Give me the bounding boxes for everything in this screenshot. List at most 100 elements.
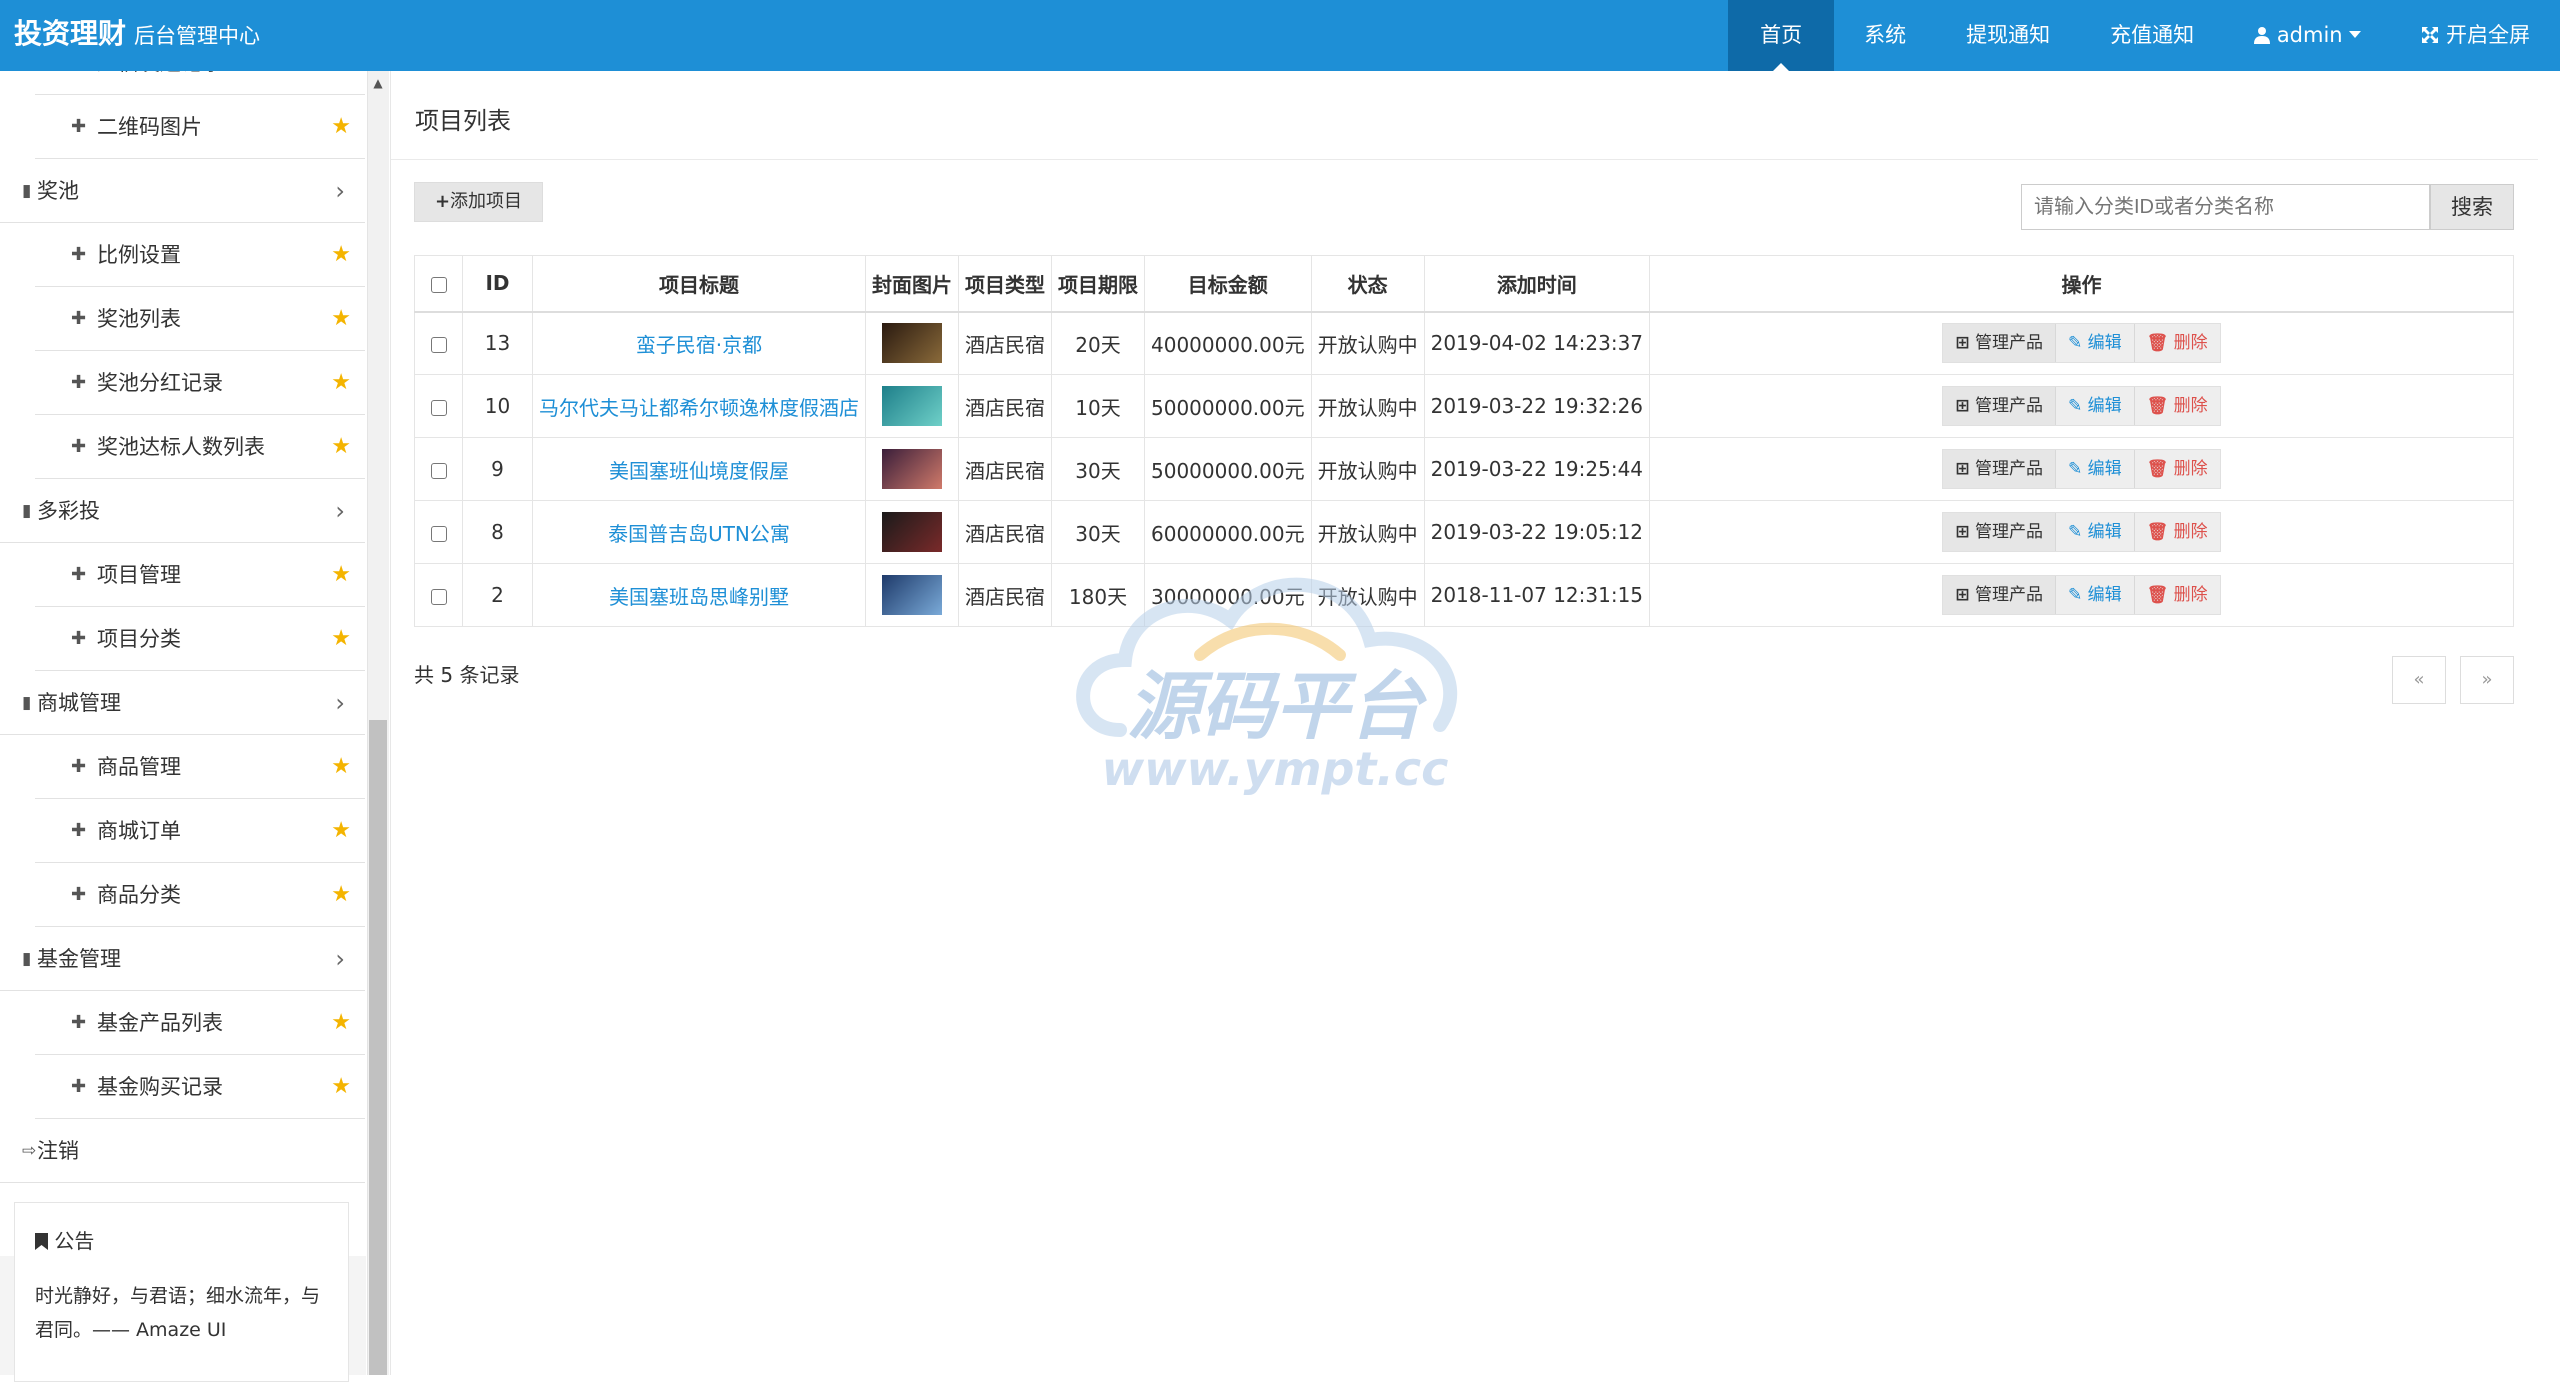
sidebar-item-sms-records[interactable]: ✚ 短信发送记录 ★ <box>35 71 365 95</box>
manage-product-button[interactable]: ⊞ 管理产品 <box>1943 513 2057 551</box>
row-checkbox[interactable] <box>430 336 447 353</box>
brand[interactable]: 投资理财 后台管理中心 <box>14 16 260 54</box>
add-project-button[interactable]: +添加项目 <box>414 182 543 222</box>
cell-title-link[interactable]: 美国塞班岛思峰别墅 <box>532 563 866 627</box>
star-icon: ★ <box>331 562 351 587</box>
cell-amount: 50000000.00元 <box>1144 374 1312 438</box>
sidebar-logout[interactable]: ⇨ 注销 <box>0 1119 365 1183</box>
brand-subtitle: 后台管理中心 <box>134 24 261 48</box>
puzzle-icon: ✚ <box>71 1012 87 1033</box>
search-input[interactable] <box>2021 184 2430 230</box>
cell-actions: ⊞ 管理产品 ✎ 编辑 🗑 删除 <box>1649 437 2514 501</box>
cell-term: 30天 <box>1051 500 1145 564</box>
select-all-checkbox[interactable] <box>430 276 447 293</box>
pager-prev[interactable]: « <box>2392 656 2446 704</box>
cell-title-link[interactable]: 泰国普吉岛UTN公寓 <box>532 500 866 564</box>
edit-button[interactable]: ✎ 编辑 <box>2056 450 2135 488</box>
manage-product-button[interactable]: ⊞ 管理产品 <box>1943 450 2057 488</box>
sidebar-subitem[interactable]: ✚ 商品分类 ★ <box>35 863 365 927</box>
caret-down-icon <box>2349 31 2362 38</box>
sidebar-subitem[interactable]: ✚ 项目分类 ★ <box>35 607 365 671</box>
edit-button[interactable]: ✎ 编辑 <box>2056 576 2135 614</box>
nav-admin-menu[interactable]: admin <box>2224 0 2391 71</box>
sidebar-subitem[interactable]: ✚ 奖池分红记录 ★ <box>35 351 365 415</box>
cell-title-link[interactable]: 蛮子民宿·京都 <box>532 311 866 375</box>
delete-button[interactable]: 🗑 删除 <box>2134 450 2220 488</box>
chevron-right-icon: › <box>335 689 345 717</box>
sidebar-group[interactable]: ▮ 奖池 › <box>0 159 365 223</box>
star-icon: ★ <box>331 114 351 139</box>
sidebar-subitem[interactable]: ✚ 比例设置 ★ <box>35 223 365 287</box>
cell-cover <box>865 374 959 438</box>
sidebar-subitem[interactable]: ✚ 奖池达标人数列表 ★ <box>35 415 365 479</box>
sidebar-scroll-thumb[interactable] <box>369 720 387 1375</box>
sidebar-group[interactable]: ▮ 基金管理 › <box>0 927 365 991</box>
cell-title-link[interactable]: 马尔代夫马让都希尔顿逸林度假酒店 <box>532 374 866 438</box>
title-divider <box>391 159 2538 160</box>
nav-home[interactable]: 首页 <box>1728 0 1835 71</box>
delete-label: 删除 <box>2173 396 2208 416</box>
sidebar-subitem[interactable]: ✚ 商品管理 ★ <box>35 735 365 799</box>
col-time: 添加时间 <box>1423 255 1651 313</box>
delete-button[interactable]: 🗑 删除 <box>2134 576 2220 614</box>
sidebar-item-label: 基金购买记录 <box>97 1075 223 1099</box>
sidebar-item-label: 多彩投 <box>37 499 100 523</box>
nav-withdraw-notice[interactable]: 提现通知 <box>1936 0 2080 71</box>
manage-product-button[interactable]: ⊞ 管理产品 <box>1943 324 2057 363</box>
puzzle-icon: ✚ <box>71 884 87 905</box>
col-title: 项目标题 <box>532 255 866 313</box>
cell-title-link[interactable]: 美国塞班仙境度假屋 <box>532 437 866 501</box>
edit-button[interactable]: ✎ 编辑 <box>2056 324 2135 363</box>
edit-button[interactable]: ✎ 编辑 <box>2056 387 2135 425</box>
sidebar-subitem[interactable]: ✚ 二维码图片 ★ <box>35 95 365 159</box>
row-checkbox[interactable] <box>430 399 447 416</box>
expand-icon <box>2422 27 2439 43</box>
cover-thumbnail <box>882 512 942 552</box>
cell-type: 酒店民宿 <box>958 500 1052 564</box>
row-checkbox[interactable] <box>430 525 447 542</box>
cell-cover <box>865 437 959 501</box>
row-checkbox[interactable] <box>430 588 447 605</box>
delete-button[interactable]: 🗑 删除 <box>2134 387 2220 425</box>
sidebar-group[interactable]: ▮ 多彩投 › <box>0 479 365 543</box>
delete-button[interactable]: 🗑 删除 <box>2134 324 2220 363</box>
puzzle-icon: ✚ <box>71 71 95 95</box>
record-count: 共 5 条记录 <box>414 663 520 687</box>
sidebar-subitem[interactable]: ✚ 基金购买记录 ★ <box>35 1055 365 1119</box>
sidebar-item-label: 商品管理 <box>97 755 181 779</box>
cover-thumbnail <box>882 323 942 364</box>
sidebar-group[interactable]: ▮ 商城管理 › <box>0 671 365 735</box>
search-button[interactable]: 搜索 <box>2430 184 2514 230</box>
row-checkbox[interactable] <box>430 462 447 479</box>
sidebar-subitem[interactable]: ✚ 基金产品列表 ★ <box>35 991 365 1055</box>
sidebar-item-label: 比例设置 <box>97 243 181 267</box>
sidebar-subitem[interactable]: ✚ 商城订单 ★ <box>35 799 365 863</box>
puzzle-icon: ✚ <box>71 372 87 393</box>
nav-recharge-notice[interactable]: 充值通知 <box>2080 0 2224 71</box>
delete-button[interactable]: 🗑 删除 <box>2134 513 2220 551</box>
file-icon: ▮ <box>22 501 32 521</box>
nav-fullscreen[interactable]: 开启全屏 <box>2391 0 2560 71</box>
plus-icon: + <box>434 191 451 212</box>
star-icon: ★ <box>331 626 351 651</box>
sidebar-subitem[interactable]: ✚ 奖池列表 ★ <box>35 287 365 351</box>
cell-cover <box>865 311 959 375</box>
scroll-up-arrow-icon[interactable]: ▲ <box>369 75 387 91</box>
puzzle-icon: ✚ <box>71 628 87 649</box>
edit-button[interactable]: ✎ 编辑 <box>2056 513 2135 551</box>
star-icon: ★ <box>331 754 351 779</box>
sidebar-item-label: 项目分类 <box>97 627 181 651</box>
sidebar-item-label: 注销 <box>37 1139 79 1163</box>
manage-product-button[interactable]: ⊞ 管理产品 <box>1943 576 2057 614</box>
cell-actions: ⊞ 管理产品 ✎ 编辑 🗑 删除 <box>1649 500 2514 564</box>
table-row: 8 泰国普吉岛UTN公寓 酒店民宿 30天 60000000.00元 开放认购中 2019-… <box>414 500 2514 564</box>
pager-next[interactable]: » <box>2460 656 2514 704</box>
cell-id: 8 <box>462 500 533 564</box>
sidebar-subitem[interactable]: ✚ 项目管理 ★ <box>35 543 365 607</box>
cell-term: 180天 <box>1051 563 1145 627</box>
nav-admin-label: admin <box>2276 23 2343 47</box>
nav-system[interactable]: 系统 <box>1834 0 1936 71</box>
edit-icon: ✎ <box>2068 396 2083 416</box>
manage-product-button[interactable]: ⊞ 管理产品 <box>1943 387 2057 425</box>
sidebar-item-label: 奖池 <box>37 179 79 203</box>
